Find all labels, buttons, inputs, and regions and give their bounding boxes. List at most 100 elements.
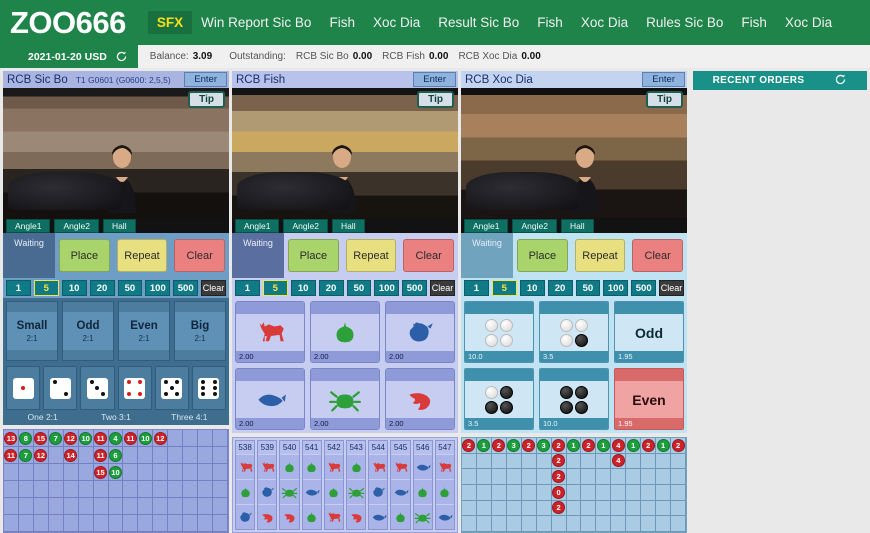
enter-button[interactable]: Enter [642,72,685,87]
nav-item-rules-sic-bo[interactable]: Rules Sic Bo [637,11,732,34]
dice-bet-6[interactable] [191,366,227,410]
tip-button[interactable]: Tip [417,91,454,108]
chip-100[interactable]: 100 [374,280,400,296]
road-bead: 13 [4,431,18,445]
fish-bet-gourd[interactable]: 2.00 [310,301,380,363]
chip-clear-button[interactable]: Clear [659,280,684,296]
bet-tile-small[interactable]: Small 2:1 [6,301,58,361]
chip-100[interactable]: 100 [603,280,629,296]
live-video-feed[interactable] [3,88,229,233]
bet-tile-even[interactable]: Even 2:1 [118,301,170,361]
nav-item-sfx[interactable]: SFX [147,11,193,34]
live-video-feed[interactable] [232,88,458,233]
chip-clear-button[interactable]: Clear [201,280,226,296]
angle-button-angle1[interactable]: Angle1 [464,218,509,233]
angle-button-angle2[interactable]: Angle2 [283,218,328,233]
xocdia-bet-coins-bbbb[interactable]: 10.0 [539,368,609,430]
dice-bet-5[interactable] [154,366,189,410]
road-cell [4,515,19,532]
road-cell [596,453,612,470]
enter-button[interactable]: Enter [184,72,227,87]
chip-20[interactable]: 20 [89,280,115,296]
chip-50[interactable]: 50 [575,280,601,296]
deer-icon [324,454,344,479]
place-bet-button[interactable]: Place [517,239,568,272]
road-map[interactable]: 13 8 15 7 12 10 11 4 11 10 12 11 7 12 14 11 6 15 10 [3,429,229,533]
chip-10[interactable]: 10 [61,280,87,296]
fish-bet-crab[interactable]: 2.00 [310,368,380,430]
chip-10[interactable]: 10 [290,280,316,296]
chip-500[interactable]: 500 [402,280,428,296]
road-map[interactable]: 21232321214121224202 [461,437,687,533]
xocdia-bet-coins-wwwb[interactable]: 3.5 [539,301,609,363]
chip-clear-button[interactable]: Clear [430,280,455,296]
dice-bet-2[interactable] [43,366,78,410]
place-bet-button[interactable]: Place [59,239,110,272]
road-cell [476,453,492,470]
chip-100[interactable]: 100 [145,280,171,296]
xocdia-bet-coins-wbbb[interactable]: 3.5 [464,368,534,430]
nav-item-xoc-dia[interactable]: Xoc Dia [572,11,637,34]
chip-1[interactable]: 1 [464,280,489,296]
fish-bet-shrimp[interactable]: 2.00 [385,368,455,430]
fish-bet-fish[interactable]: 2.00 [235,368,305,430]
chip-1[interactable]: 1 [6,280,31,296]
chip-500[interactable]: 500 [173,280,199,296]
chip-5[interactable]: 5 [33,280,59,296]
dice-bet-4[interactable] [117,366,152,410]
chip-50[interactable]: 50 [346,280,372,296]
nav-item-xoc-dia[interactable]: Xoc Dia [364,11,429,34]
place-bet-button[interactable]: Place [288,239,339,272]
repeat-bet-button[interactable]: Repeat [116,239,168,272]
repeat-bet-button[interactable]: Repeat [574,239,626,272]
chip-1[interactable]: 1 [235,280,260,296]
tip-button[interactable]: Tip [188,91,225,108]
road-cell [491,453,507,470]
fish-bet-rooster[interactable]: 2.00 [385,301,455,363]
chip-20[interactable]: 20 [547,280,573,296]
road-cell [671,469,686,485]
chip-20[interactable]: 20 [318,280,344,296]
repeat-bet-button[interactable]: Repeat [345,239,397,272]
chip-500[interactable]: 500 [631,280,657,296]
refresh-icon[interactable] [115,50,128,63]
angle-button-hall[interactable]: Hall [331,218,365,233]
nav-item-fish[interactable]: Fish [528,11,572,34]
angle-button-hall[interactable]: Hall [102,218,136,233]
bet-tile-odd[interactable]: Odd 2:1 [62,301,114,361]
angle-button-angle2[interactable]: Angle2 [512,218,557,233]
chip-5[interactable]: 5 [491,280,517,296]
tip-button[interactable]: Tip [646,91,683,108]
coin-black [560,400,573,414]
refresh-icon[interactable] [834,73,847,89]
clear-bet-button[interactable]: Clear [632,239,684,272]
angle-button-angle1[interactable]: Angle1 [6,218,51,233]
xocdia-bet-odd[interactable]: Odd 1.95 [614,301,684,363]
xocdia-bet-even[interactable]: Even 1.95 [614,368,684,430]
live-video-feed[interactable] [461,88,687,233]
die-face-5 [161,377,183,399]
nav-item-fish[interactable]: Fish [732,11,776,34]
fish-bet-deer[interactable]: 2.00 [235,301,305,363]
dice-bet-3[interactable] [80,366,115,410]
road-cell: 2 [462,438,477,454]
chip-10[interactable]: 10 [519,280,545,296]
angle-button-angle2[interactable]: Angle2 [54,218,99,233]
angle-button-angle1[interactable]: Angle1 [235,218,280,233]
nav-item-xoc-dia[interactable]: Xoc Dia [776,11,841,34]
chip-50[interactable]: 50 [117,280,143,296]
bet-tile-big[interactable]: Big 2:1 [174,301,226,361]
enter-button[interactable]: Enter [413,72,456,87]
clear-bet-button[interactable]: Clear [174,239,226,272]
nav-item-win-report-sic-bo[interactable]: Win Report Sic Bo [192,11,320,34]
clear-bet-button[interactable]: Clear [403,239,455,272]
nav-item-result-sic-bo[interactable]: Result Sic Bo [429,11,528,34]
xocdia-bet-coins-wwww[interactable]: 10.0 [464,301,534,363]
road-cell [671,485,686,501]
dice-bet-1[interactable] [6,366,41,410]
fish-road-map[interactable]: 538 539 540 541 542 543 544 545 546 547 [232,437,458,533]
angle-button-hall[interactable]: Hall [560,218,594,233]
nav-item-fish[interactable]: Fish [320,11,364,34]
road-cell [183,515,199,532]
chip-5[interactable]: 5 [262,280,288,296]
